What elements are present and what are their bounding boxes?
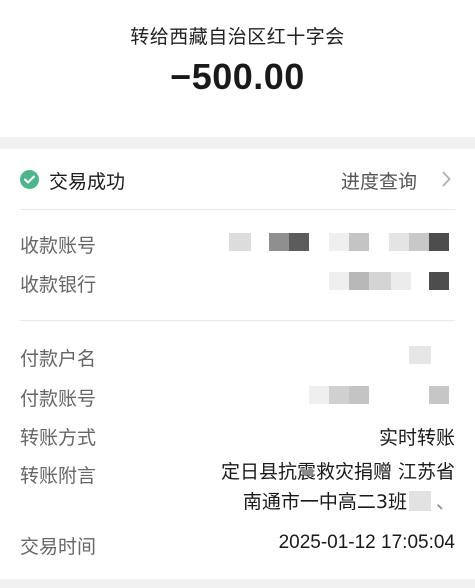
status-row[interactable]: 交易成功 进度查询 [20, 149, 455, 209]
divider [20, 209, 455, 210]
status-text: 交易成功 [49, 171, 126, 193]
transaction-time-label: 交易时间 [20, 536, 97, 558]
transaction-details-card: 交易成功 进度查询 收款账号 收款银行 付款户名 付款账号 转账方式 实时转账 … [0, 149, 475, 579]
transfer-method-value: 实时转账 [378, 427, 455, 449]
transfer-note-line-2-text: 南通市一中高二3班 [242, 491, 407, 513]
transfer-method-label: 转账方式 [20, 427, 97, 449]
receiving-account-row: 收款账号 [20, 231, 455, 261]
check-circle-icon [20, 170, 39, 189]
transaction-time-row: 交易时间 2025-01-12 17:05:04 [20, 532, 455, 562]
transfer-method-row: 转账方式 实时转账 [20, 423, 455, 453]
transaction-time-value: 2025-01-12 17:05:04 [278, 532, 455, 553]
transfer-note-trailing-mark: 、 [435, 491, 455, 513]
transfer-note-row: 转账附言 定日县抗震救灾捐赠 江苏省 南通市一中高二3班 、 [20, 461, 455, 523]
transfer-summary: 转给西藏自治区红十字会 −500.00 [0, 0, 475, 137]
payer-name-masked-value [409, 344, 455, 374]
receiving-account-masked-value [229, 231, 455, 261]
transfer-note-label: 转账附言 [20, 465, 97, 487]
transfer-note-line-2: 南通市一中高二3班 、 [221, 487, 455, 517]
payer-account-row: 付款账号 [20, 384, 455, 414]
transfer-note-value: 定日县抗震救灾捐赠 江苏省 南通市一中高二3班 、 [221, 457, 455, 517]
transfer-note-masked-text [409, 491, 431, 511]
payer-account-masked-value [309, 384, 455, 414]
receiving-bank-row: 收款银行 [20, 270, 455, 300]
chevron-right-icon[interactable] [442, 171, 451, 187]
transfer-note-line-1: 定日县抗震救灾捐赠 江苏省 [220, 461, 455, 483]
receiving-account-label: 收款账号 [20, 235, 97, 257]
payer-name-row: 付款户名 [20, 344, 455, 374]
payer-name-label: 付款户名 [20, 348, 97, 370]
receiving-bank-masked-value [329, 270, 455, 300]
receiving-bank-label: 收款银行 [20, 274, 97, 296]
divider [20, 320, 455, 321]
payee-title: 转给西藏自治区红十字会 [130, 26, 345, 48]
transfer-amount: −500.00 [170, 56, 305, 97]
progress-query-link[interactable]: 进度查询 [341, 167, 417, 194]
payer-account-label: 付款账号 [20, 388, 97, 410]
